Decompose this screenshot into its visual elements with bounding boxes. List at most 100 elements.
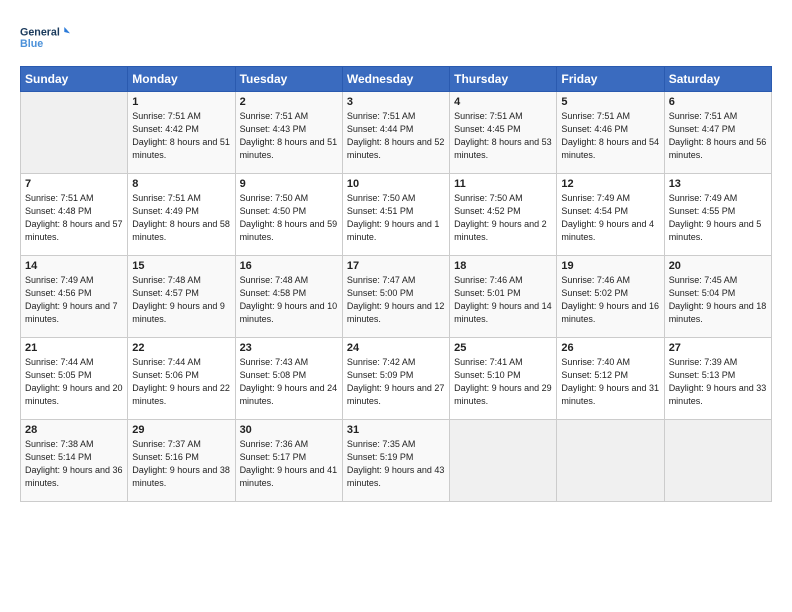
sunrise-label: Sunrise: 7:51 AM xyxy=(132,193,201,203)
day-info: Sunrise: 7:45 AM Sunset: 5:04 PM Dayligh… xyxy=(669,274,767,326)
daylight-label: Daylight: 9 hours and 33 minutes. xyxy=(669,383,767,406)
week-row-4: 21 Sunrise: 7:44 AM Sunset: 5:05 PM Dayl… xyxy=(21,338,772,420)
calendar-table: SundayMondayTuesdayWednesdayThursdayFrid… xyxy=(20,66,772,502)
day-cell: 24 Sunrise: 7:42 AM Sunset: 5:09 PM Dayl… xyxy=(342,338,449,420)
daylight-label: Daylight: 9 hours and 43 minutes. xyxy=(347,465,445,488)
svg-text:Blue: Blue xyxy=(20,38,43,50)
sunrise-label: Sunrise: 7:49 AM xyxy=(669,193,738,203)
day-cell: 13 Sunrise: 7:49 AM Sunset: 4:55 PM Dayl… xyxy=(664,174,771,256)
day-cell: 25 Sunrise: 7:41 AM Sunset: 5:10 PM Dayl… xyxy=(450,338,557,420)
day-info: Sunrise: 7:43 AM Sunset: 5:08 PM Dayligh… xyxy=(240,356,338,408)
sunset-label: Sunset: 4:50 PM xyxy=(240,206,307,216)
day-info: Sunrise: 7:51 AM Sunset: 4:46 PM Dayligh… xyxy=(561,110,659,162)
daylight-label: Daylight: 8 hours and 57 minutes. xyxy=(25,219,123,242)
sunset-label: Sunset: 5:16 PM xyxy=(132,452,199,462)
day-number: 23 xyxy=(240,342,338,354)
day-cell: 7 Sunrise: 7:51 AM Sunset: 4:48 PM Dayli… xyxy=(21,174,128,256)
sunset-label: Sunset: 5:06 PM xyxy=(132,370,199,380)
sunset-label: Sunset: 4:49 PM xyxy=(132,206,199,216)
day-cell: 28 Sunrise: 7:38 AM Sunset: 5:14 PM Dayl… xyxy=(21,420,128,502)
day-info: Sunrise: 7:48 AM Sunset: 4:58 PM Dayligh… xyxy=(240,274,338,326)
day-cell: 12 Sunrise: 7:49 AM Sunset: 4:54 PM Dayl… xyxy=(557,174,664,256)
daylight-label: Daylight: 8 hours and 54 minutes. xyxy=(561,137,659,160)
sunset-label: Sunset: 4:48 PM xyxy=(25,206,92,216)
day-info: Sunrise: 7:49 AM Sunset: 4:54 PM Dayligh… xyxy=(561,192,659,244)
day-number: 21 xyxy=(25,342,123,354)
day-cell: 14 Sunrise: 7:49 AM Sunset: 4:56 PM Dayl… xyxy=(21,256,128,338)
daylight-label: Daylight: 8 hours and 58 minutes. xyxy=(132,219,230,242)
day-info: Sunrise: 7:51 AM Sunset: 4:45 PM Dayligh… xyxy=(454,110,552,162)
day-number: 8 xyxy=(132,178,230,190)
daylight-label: Daylight: 9 hours and 2 minutes. xyxy=(454,219,547,242)
day-info: Sunrise: 7:51 AM Sunset: 4:42 PM Dayligh… xyxy=(132,110,230,162)
sunset-label: Sunset: 5:02 PM xyxy=(561,288,628,298)
day-info: Sunrise: 7:50 AM Sunset: 4:51 PM Dayligh… xyxy=(347,192,445,244)
sunrise-label: Sunrise: 7:44 AM xyxy=(132,357,201,367)
sunrise-label: Sunrise: 7:35 AM xyxy=(347,439,416,449)
sunrise-label: Sunrise: 7:50 AM xyxy=(347,193,416,203)
day-number: 1 xyxy=(132,96,230,108)
sunset-label: Sunset: 5:17 PM xyxy=(240,452,307,462)
week-row-2: 7 Sunrise: 7:51 AM Sunset: 4:48 PM Dayli… xyxy=(21,174,772,256)
sunrise-label: Sunrise: 7:51 AM xyxy=(454,111,523,121)
day-info: Sunrise: 7:51 AM Sunset: 4:47 PM Dayligh… xyxy=(669,110,767,162)
day-info: Sunrise: 7:51 AM Sunset: 4:43 PM Dayligh… xyxy=(240,110,338,162)
sunset-label: Sunset: 4:42 PM xyxy=(132,124,199,134)
col-header-thursday: Thursday xyxy=(450,67,557,92)
day-info: Sunrise: 7:50 AM Sunset: 4:50 PM Dayligh… xyxy=(240,192,338,244)
sunrise-label: Sunrise: 7:37 AM xyxy=(132,439,201,449)
daylight-label: Daylight: 9 hours and 9 minutes. xyxy=(132,301,225,324)
sunrise-label: Sunrise: 7:51 AM xyxy=(669,111,738,121)
day-cell: 23 Sunrise: 7:43 AM Sunset: 5:08 PM Dayl… xyxy=(235,338,342,420)
day-number: 15 xyxy=(132,260,230,272)
daylight-label: Daylight: 8 hours and 56 minutes. xyxy=(669,137,767,160)
sunrise-label: Sunrise: 7:41 AM xyxy=(454,357,523,367)
sunrise-label: Sunrise: 7:51 AM xyxy=(347,111,416,121)
day-cell: 5 Sunrise: 7:51 AM Sunset: 4:46 PM Dayli… xyxy=(557,92,664,174)
day-cell xyxy=(450,420,557,502)
page: General Blue SundayMondayTuesdayWednesda… xyxy=(0,0,792,512)
sunset-label: Sunset: 4:58 PM xyxy=(240,288,307,298)
daylight-label: Daylight: 9 hours and 14 minutes. xyxy=(454,301,552,324)
col-header-tuesday: Tuesday xyxy=(235,67,342,92)
svg-text:General: General xyxy=(20,27,60,39)
day-cell: 3 Sunrise: 7:51 AM Sunset: 4:44 PM Dayli… xyxy=(342,92,449,174)
day-cell: 4 Sunrise: 7:51 AM Sunset: 4:45 PM Dayli… xyxy=(450,92,557,174)
day-number: 30 xyxy=(240,424,338,436)
day-info: Sunrise: 7:47 AM Sunset: 5:00 PM Dayligh… xyxy=(347,274,445,326)
sunset-label: Sunset: 5:13 PM xyxy=(669,370,736,380)
sunset-label: Sunset: 5:01 PM xyxy=(454,288,521,298)
sunrise-label: Sunrise: 7:47 AM xyxy=(347,275,416,285)
day-number: 28 xyxy=(25,424,123,436)
sunrise-label: Sunrise: 7:51 AM xyxy=(240,111,309,121)
day-info: Sunrise: 7:51 AM Sunset: 4:49 PM Dayligh… xyxy=(132,192,230,244)
day-info: Sunrise: 7:39 AM Sunset: 5:13 PM Dayligh… xyxy=(669,356,767,408)
day-number: 24 xyxy=(347,342,445,354)
day-number: 22 xyxy=(132,342,230,354)
week-row-3: 14 Sunrise: 7:49 AM Sunset: 4:56 PM Dayl… xyxy=(21,256,772,338)
day-cell: 10 Sunrise: 7:50 AM Sunset: 4:51 PM Dayl… xyxy=(342,174,449,256)
day-cell: 11 Sunrise: 7:50 AM Sunset: 4:52 PM Dayl… xyxy=(450,174,557,256)
sunrise-label: Sunrise: 7:51 AM xyxy=(132,111,201,121)
sunset-label: Sunset: 4:45 PM xyxy=(454,124,521,134)
sunset-label: Sunset: 5:19 PM xyxy=(347,452,414,462)
sunrise-label: Sunrise: 7:38 AM xyxy=(25,439,94,449)
sunset-label: Sunset: 5:09 PM xyxy=(347,370,414,380)
col-header-friday: Friday xyxy=(557,67,664,92)
sunset-label: Sunset: 5:00 PM xyxy=(347,288,414,298)
day-number: 4 xyxy=(454,96,552,108)
col-header-sunday: Sunday xyxy=(21,67,128,92)
day-info: Sunrise: 7:49 AM Sunset: 4:56 PM Dayligh… xyxy=(25,274,123,326)
header: General Blue xyxy=(20,18,772,56)
sunrise-label: Sunrise: 7:45 AM xyxy=(669,275,738,285)
day-cell: 6 Sunrise: 7:51 AM Sunset: 4:47 PM Dayli… xyxy=(664,92,771,174)
logo: General Blue xyxy=(20,18,70,56)
day-cell xyxy=(557,420,664,502)
sunrise-label: Sunrise: 7:42 AM xyxy=(347,357,416,367)
day-number: 6 xyxy=(669,96,767,108)
daylight-label: Daylight: 9 hours and 5 minutes. xyxy=(669,219,762,242)
daylight-label: Daylight: 9 hours and 36 minutes. xyxy=(25,465,123,488)
day-info: Sunrise: 7:51 AM Sunset: 4:48 PM Dayligh… xyxy=(25,192,123,244)
day-cell: 22 Sunrise: 7:44 AM Sunset: 5:06 PM Dayl… xyxy=(128,338,235,420)
sunset-label: Sunset: 4:43 PM xyxy=(240,124,307,134)
